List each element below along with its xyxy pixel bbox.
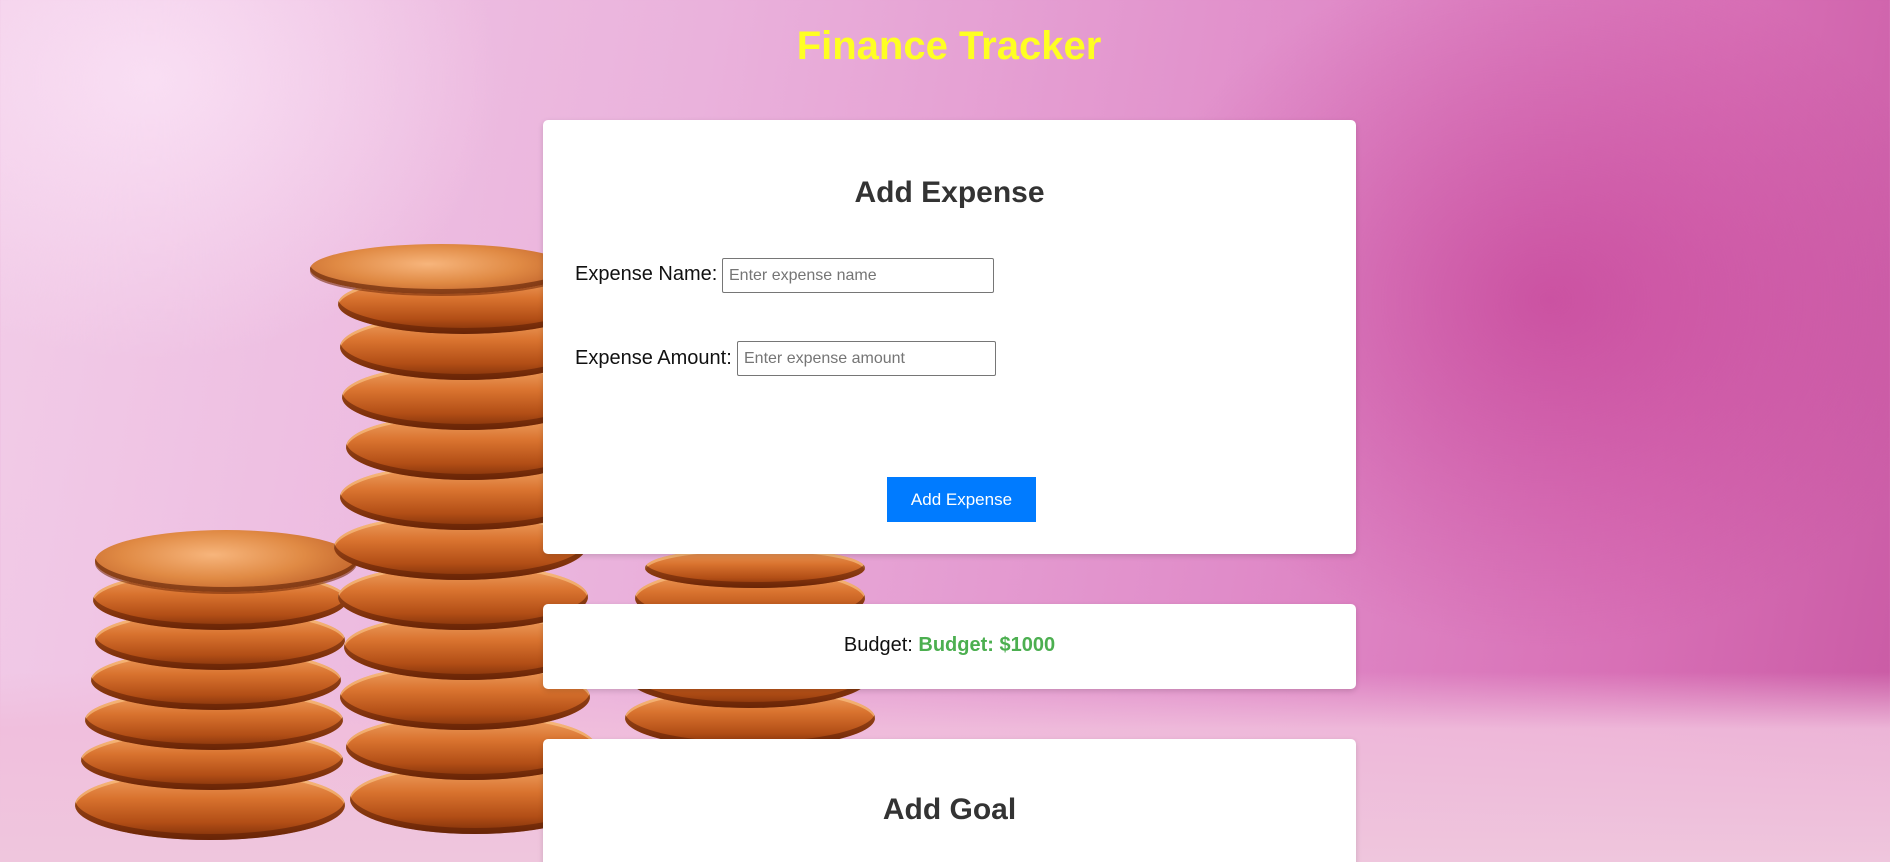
add-goal-heading: Add Goal [882, 793, 1017, 826]
add-expense-heading: Add Expense [854, 176, 1045, 209]
expense-name-label: Expense Name: [575, 263, 718, 285]
budget-label: Budget: [843, 634, 913, 656]
budget-value: Budget: $1000 [918, 634, 1056, 656]
add-expense-card: Add Expense Expense Name: Expense Amount… [543, 120, 1356, 554]
expense-amount-input[interactable] [737, 341, 996, 376]
add-goal-card: Add Goal [543, 739, 1356, 862]
expense-name-input[interactable] [722, 258, 994, 293]
expense-amount-label: Expense Amount: [575, 347, 732, 369]
budget-line: Budget: Budget: $1000 [543, 634, 1356, 657]
app-title: Finance Tracker [796, 24, 1102, 68]
add-expense-button[interactable]: Add Expense [887, 477, 1036, 522]
budget-card: Budget: Budget: $1000 [543, 604, 1356, 689]
